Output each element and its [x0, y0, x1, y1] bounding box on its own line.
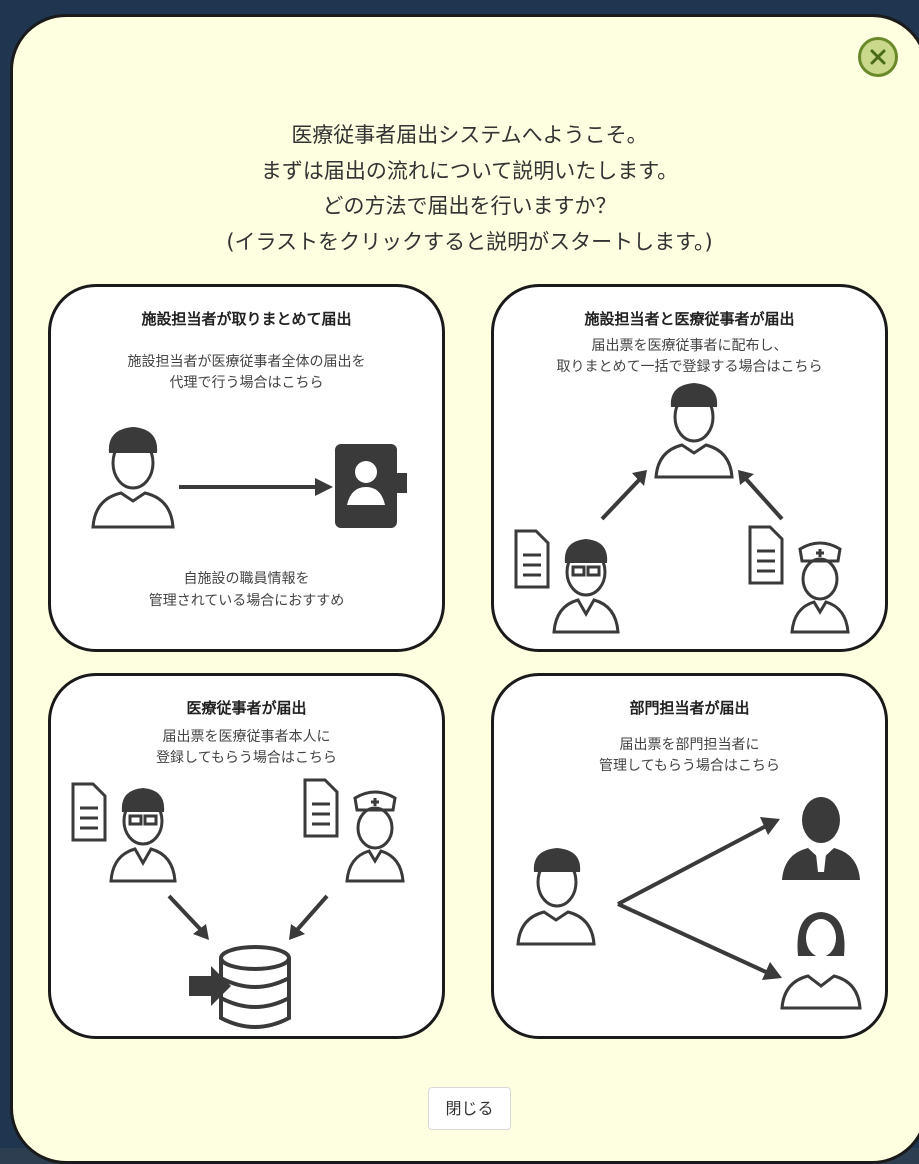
document-icon: [514, 529, 550, 589]
intro-line-1: 医療従事者届出システムへようこそ。: [291, 123, 648, 147]
document-icon: [303, 778, 339, 838]
card-staff-self[interactable]: 医療従事者が届出 届出票を医療従事者本人に 登録してもらう場合はこちら: [48, 673, 445, 1039]
intro-line-3: どの方法で届出を行いますか？: [322, 194, 617, 218]
contact-book-icon: [335, 444, 407, 528]
arrow-icon: [167, 894, 329, 940]
card-facility-and-staff[interactable]: 施設担当者と医療従事者が届出 届出票を医療従事者に配布し、 取りまとめて一括で登…: [491, 284, 888, 652]
businesswoman-icon: [780, 912, 862, 1010]
database-import-icon: [189, 945, 291, 1029]
arrow-icon: [179, 478, 333, 496]
arrow-icon: [617, 817, 782, 980]
intro-line-2: まずは届出の流れについて説明いたします。: [260, 159, 679, 183]
card-note-line-2: 管理されている場合におすすめ: [148, 593, 345, 609]
card-note-line-1: 自施設の職員情報を: [183, 571, 310, 587]
document-icon: [748, 525, 784, 585]
nurse-icon: [790, 541, 850, 634]
doctor-icon: [109, 788, 177, 883]
intro-line-4: (イラストをクリックすると説明がスタートします。): [226, 230, 713, 254]
document-icon: [71, 782, 107, 842]
doctor-icon: [552, 539, 620, 634]
person-icon: [91, 427, 175, 529]
nurse-icon: [345, 790, 405, 883]
person-icon: [654, 383, 734, 479]
person-icon: [516, 848, 596, 946]
businessman-icon: [782, 797, 860, 880]
card-department[interactable]: 部門担当者が届出 届出票を部門担当者に 管理してもらう場合はこちら: [491, 673, 888, 1039]
card-facility-bulk[interactable]: 施設担当者が取りまとめて届出 施設担当者が医療従事者全体の届出を 代理で行う場合…: [48, 284, 445, 652]
close-button[interactable]: 閉じる: [428, 1087, 511, 1130]
close-icon[interactable]: [858, 37, 898, 77]
